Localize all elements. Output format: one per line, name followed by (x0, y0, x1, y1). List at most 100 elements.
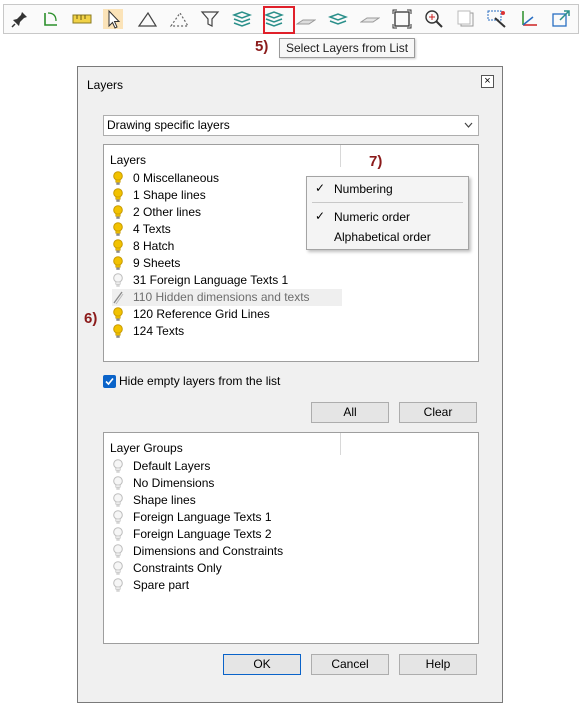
triangle-button[interactable] (135, 7, 159, 31)
layer-group-label: Foreign Language Texts 2 (133, 527, 272, 541)
close-button[interactable]: × (481, 75, 494, 88)
layer-group-label: Shape lines (133, 493, 196, 507)
pointer-icon (103, 9, 123, 29)
layer-label: 0 Miscellaneous (133, 171, 220, 185)
pin-icon (11, 12, 27, 28)
help-button[interactable]: Help (399, 654, 477, 675)
layer-row[interactable]: 120 Reference Grid Lines (112, 306, 342, 323)
bulb-off-icon (113, 561, 123, 575)
bulb-on-icon (113, 205, 123, 219)
menu-item-alphabetical-order[interactable]: Alphabetical order (334, 228, 431, 246)
flat-plane-icon (296, 19, 316, 25)
plane-outline-button[interactable] (358, 7, 382, 31)
layers-dialog: Layers × Drawing specific layers Layers … (77, 66, 503, 703)
dashed-triangle-button[interactable] (167, 7, 191, 31)
chevron-down-icon (464, 122, 473, 128)
export-icon (552, 10, 570, 27)
layer-row[interactable]: 110 Hidden dimensions and texts (112, 289, 342, 306)
layer-groups-header: Layer Groups (110, 441, 183, 455)
layer-label: 4 Texts (133, 222, 171, 236)
rotate-corner-icon (44, 12, 57, 26)
magic-select-button[interactable] (485, 7, 509, 31)
bulb-on-icon (113, 239, 123, 253)
rotate-corner-button[interactable] (39, 7, 63, 31)
layer-row[interactable]: 9 Sheets (112, 255, 342, 272)
zoom-in-button[interactable] (422, 7, 446, 31)
plane-outline-icon (360, 17, 380, 23)
bulb-off-icon (113, 578, 123, 592)
axes-button[interactable] (517, 7, 541, 31)
layer-group-row[interactable]: Dimensions and Constraints (112, 543, 342, 560)
dropdown-value: Drawing specific layers (107, 118, 230, 132)
layers-alt-button[interactable] (326, 7, 350, 31)
hide-empty-checkbox[interactable] (103, 375, 116, 388)
all-button[interactable]: All (311, 402, 389, 423)
menu-item-numeric-order[interactable]: Numeric order (334, 208, 410, 226)
bulb-on-icon (113, 256, 123, 270)
tooltip: Select Layers from List (279, 38, 416, 58)
bulb-on-icon (113, 307, 123, 321)
ok-button[interactable]: OK (223, 654, 301, 675)
layers-stack-icon (232, 11, 252, 27)
highlight-box (263, 6, 295, 34)
layer-label: 8 Hatch (133, 239, 175, 253)
column-divider (340, 145, 341, 167)
layer-row[interactable]: 31 Foreign Language Texts 1 (112, 272, 342, 289)
layer-label: 1 Shape lines (133, 188, 206, 202)
menu-item-label: Alphabetical order (334, 230, 431, 244)
ruler-button[interactable] (70, 7, 94, 31)
menu-item-label: Numeric order (334, 210, 411, 224)
bulb-on-icon (113, 188, 123, 202)
bulb-off-icon (113, 273, 123, 287)
callout-step-6: 6) (84, 310, 98, 327)
frame-button[interactable] (390, 7, 414, 31)
callout-step-5: 5) (255, 38, 269, 55)
bulb-off-icon (113, 544, 123, 558)
copy-frame-button[interactable] (454, 7, 478, 31)
layer-group-row[interactable]: Default Layers (112, 458, 342, 475)
bulb-off-icon (113, 459, 123, 473)
layer-label: 31 Foreign Language Texts 1 (133, 273, 289, 287)
layer-group-label: Dimensions and Constraints (133, 544, 284, 558)
copy-frame-icon (457, 10, 474, 27)
layer-group-row[interactable]: Spare part (112, 577, 342, 594)
menu-item-label: Numbering (334, 182, 393, 196)
layer-group-row[interactable]: No Dimensions (112, 475, 342, 492)
dialog-title: Layers (87, 78, 124, 92)
layer-row[interactable]: 124 Texts (112, 323, 342, 340)
callout-step-7: 7) (369, 153, 383, 170)
layer-group-label: Foreign Language Texts 1 (133, 510, 272, 524)
checkmark-icon: ✓ (315, 181, 326, 195)
bulb-off-icon (113, 527, 123, 541)
toolbar (3, 4, 579, 34)
layer-group-label: Default Layers (133, 459, 211, 473)
triangle-icon (137, 11, 157, 27)
filter-button[interactable] (198, 7, 222, 31)
flat-plane-button[interactable] (294, 7, 318, 31)
layer-label: 110 Hidden dimensions and texts (133, 290, 310, 304)
layer-groups-list[interactable]: Layer Groups Default Layers No Dimensions… (103, 432, 479, 644)
layers-alt-icon (328, 13, 348, 25)
hidden-layer-icon (113, 291, 124, 305)
pin-button[interactable] (8, 7, 32, 31)
layer-label: 9 Sheets (133, 256, 181, 270)
bulb-off-icon (113, 493, 123, 507)
layer-label: 2 Other lines (133, 205, 202, 219)
layer-group-row[interactable]: Shape lines (112, 492, 342, 509)
layer-group-row[interactable]: Constraints Only (112, 560, 342, 577)
layers-list-header: Layers (110, 153, 147, 167)
cancel-button[interactable]: Cancel (311, 654, 389, 675)
filter-icon (200, 11, 220, 27)
clear-button[interactable]: Clear (399, 402, 477, 423)
layer-group-row[interactable]: Foreign Language Texts 2 (112, 526, 342, 543)
check-icon (105, 377, 114, 386)
layer-group-row[interactable]: Foreign Language Texts 1 (112, 509, 342, 526)
sort-context-menu: Numbering ✓ Numeric order ✓ Alphabetical ord… (306, 176, 469, 250)
menu-item-numbering[interactable]: Numbering (334, 180, 393, 198)
pointer-button[interactable] (101, 7, 125, 31)
layer-set-dropdown[interactable]: Drawing specific layers (103, 115, 479, 136)
export-button[interactable] (549, 7, 573, 31)
layer-label: 124 Texts (133, 324, 185, 338)
layers-stack-button[interactable] (230, 7, 254, 31)
menu-separator (312, 202, 463, 203)
